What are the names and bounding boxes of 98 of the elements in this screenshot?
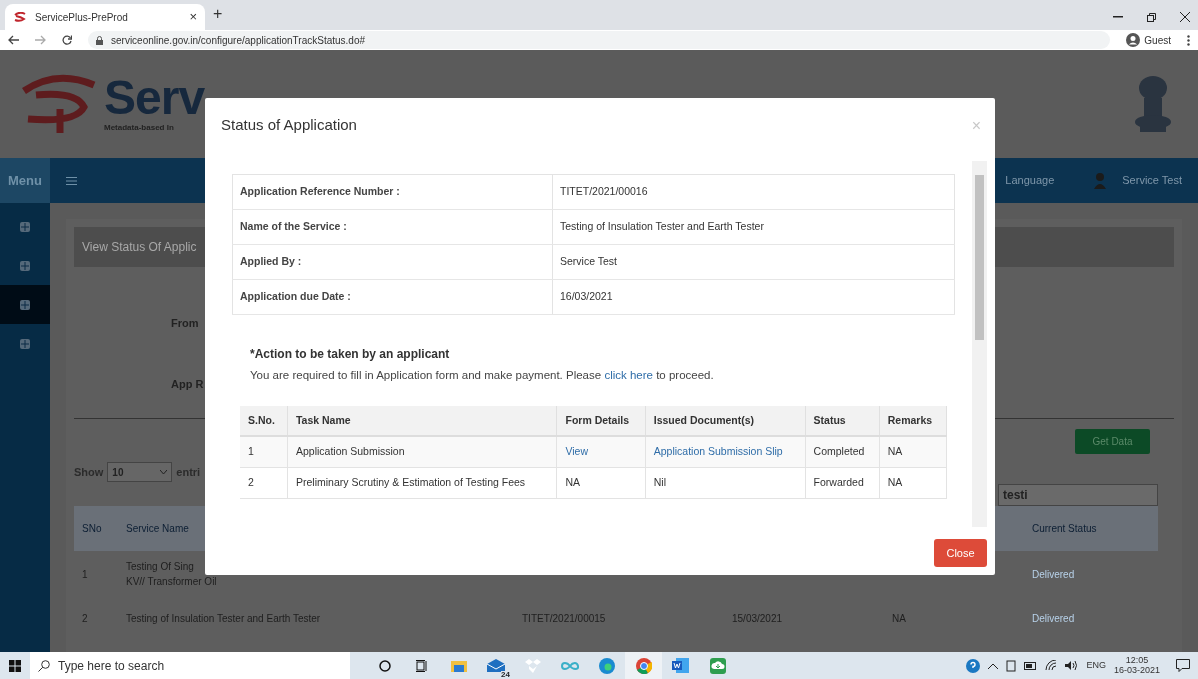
more-options-icon[interactable]	[1187, 34, 1190, 46]
table-cell: Delivered	[1032, 568, 1075, 580]
cloud-download-icon[interactable]	[709, 657, 726, 674]
wifi-icon[interactable]	[1045, 660, 1058, 671]
field-value: Service Test	[560, 255, 617, 268]
column-header: S.No.	[248, 413, 275, 426]
square-icon	[20, 261, 30, 272]
tray-icon[interactable]	[1006, 659, 1017, 672]
language-link[interactable]: Language	[1005, 172, 1055, 189]
table-cell: TITET/2021/00015	[522, 612, 606, 624]
view-link[interactable]: View	[565, 445, 589, 458]
column-header: Form Details	[565, 413, 630, 426]
notification-icon[interactable]	[1176, 659, 1190, 672]
table-cell: NA	[892, 612, 906, 624]
square-icon	[20, 339, 30, 350]
table-cell: Completed	[813, 445, 865, 458]
column-header[interactable]: Service Name	[126, 523, 189, 534]
table-cell: Application Submission	[295, 445, 405, 458]
task-view-icon[interactable]	[415, 659, 428, 672]
battery-icon[interactable]	[1024, 661, 1038, 670]
caret-icon	[160, 469, 168, 475]
reload-icon[interactable]	[62, 35, 72, 45]
form-label: App R	[171, 376, 204, 392]
close-icon[interactable]	[1180, 12, 1190, 22]
field-value: 16/03/2021	[560, 290, 613, 303]
form-label: From	[171, 316, 199, 331]
browser-icon[interactable]	[635, 657, 652, 674]
tab-close-button[interactable]: ×	[189, 7, 197, 27]
restore-icon[interactable]	[1147, 12, 1156, 22]
action-heading: *Action to be taken by an applicant	[250, 346, 451, 363]
field-value: Testing of Insulation Tester and Earth Tester	[560, 220, 764, 233]
circle-icon[interactable]	[378, 659, 391, 672]
tab-title: ServicePlus-PreProd	[35, 10, 128, 25]
forward-arrow-icon[interactable]	[35, 35, 46, 45]
column-header: Status	[813, 413, 846, 426]
table-cell: Nil	[653, 475, 666, 488]
scrollbar[interactable]	[972, 161, 987, 527]
notification-badge: 24	[501, 671, 510, 679]
modal-title: Status of Application	[221, 115, 357, 136]
emblem-icon	[1132, 74, 1174, 134]
field-label: Application due Date :	[240, 290, 351, 303]
address-bar[interactable]: serviceonline.gov.in/configure/applicationTrackStatus.do#	[88, 31, 1111, 49]
language-indicator[interactable]: ENG	[1086, 660, 1106, 671]
logo-icon	[13, 12, 27, 22]
square-icon	[20, 300, 30, 311]
table-cell: 2	[82, 612, 88, 624]
table-cell-text: Testing of Insulation Tester and Earth Tester	[126, 611, 322, 626]
user-avatar-icon	[1094, 172, 1107, 189]
close-button[interactable]: Close	[934, 539, 987, 567]
search-field[interactable]: testi	[998, 484, 1158, 506]
field-label: Application Reference Number :	[240, 185, 400, 198]
table-cell: NA	[887, 475, 903, 488]
table-cell-text: Testing Of Sing	[126, 560, 195, 574]
menu-icon[interactable]	[66, 176, 77, 185]
table-cell: 1	[248, 445, 254, 458]
chevron-up-icon[interactable]	[988, 662, 999, 669]
table-cell: Forwarded	[813, 475, 864, 488]
column-header: Issued Document(s)	[653, 413, 755, 426]
minimize-icon[interactable]	[1113, 16, 1123, 18]
back-arrow-icon[interactable]	[8, 35, 19, 45]
help-icon[interactable]	[966, 658, 981, 673]
taskbar-search-field[interactable]: Type here to search	[30, 652, 350, 679]
field-value: TITET/2021/00016	[560, 185, 648, 198]
field-label: Applied By :	[240, 255, 302, 268]
speaker-icon[interactable]	[1065, 660, 1079, 671]
browser-icon[interactable]	[598, 657, 615, 674]
sidebar-button[interactable]	[0, 285, 50, 324]
search-icon	[38, 659, 50, 672]
table-cell-text: KV// Transformer Oil	[126, 575, 218, 589]
table-cell: NA	[887, 445, 903, 458]
column-header: Remarks	[887, 413, 933, 426]
click-here-link[interactable]: click here	[604, 369, 653, 381]
browser-tab[interactable]: ServicePlus-PreProd ×	[5, 4, 205, 30]
mail-icon[interactable]	[486, 659, 505, 672]
document-icon[interactable]	[672, 658, 689, 673]
table-cell: Delivered	[1032, 612, 1075, 624]
column-header[interactable]: Current Status	[1032, 523, 1097, 534]
user-name-link[interactable]: Service Test	[1122, 172, 1182, 189]
table-cell: 15/03/2021	[732, 612, 783, 624]
clock[interactable]: 12:05 16-03-2021	[1113, 656, 1160, 675]
lock-icon	[96, 35, 103, 45]
table-cell: Preliminary Scrutiny & Estimation of Testing Fees	[295, 475, 526, 488]
folder-icon[interactable]	[450, 659, 467, 672]
square-icon	[20, 222, 30, 233]
profile-button[interactable]: Guest	[1126, 32, 1171, 48]
avatar-icon	[1126, 33, 1141, 47]
new-tab-button[interactable]: +	[213, 2, 223, 26]
table-cell: 2	[248, 475, 254, 488]
page-size-select[interactable]: 10	[107, 462, 173, 482]
windows-logo-icon[interactable]	[9, 659, 21, 672]
breadcrumb-title: View Status Of Applic	[82, 239, 197, 256]
action-instruction: You are required to fill in Application form and make payment. Please click here to proceed.	[250, 368, 715, 383]
column-header[interactable]: SNo	[82, 523, 102, 534]
scrollbar-thumb[interactable]	[975, 175, 984, 340]
logo-text: Serv	[104, 74, 205, 122]
field-label: Name of the Service :	[240, 220, 347, 233]
column-header: Task Name	[295, 413, 351, 426]
table-cell: NA	[565, 475, 581, 488]
